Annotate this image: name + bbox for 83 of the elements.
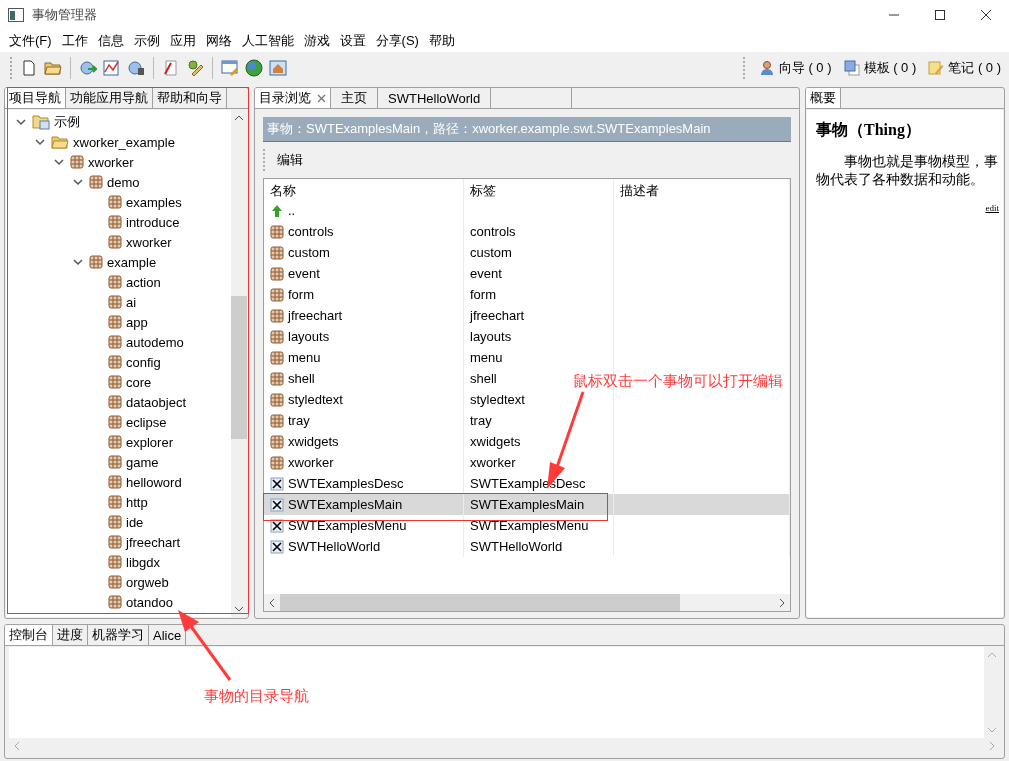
- menu-item[interactable]: 示例: [128, 32, 165, 50]
- window-title: 事物管理器: [32, 6, 97, 24]
- tree-item[interactable]: libgdx: [126, 554, 160, 570]
- menu-item[interactable]: 人工智能: [236, 32, 299, 50]
- description-text: 事物也就是事物模型，事物代表了各种数据和动能。: [816, 153, 999, 190]
- menu-item[interactable]: 应用: [164, 32, 201, 50]
- table-cell: layouts: [464, 326, 614, 347]
- table-cell: jfreechart: [464, 305, 614, 326]
- table-cell: xwidgets: [464, 431, 614, 452]
- tree-item[interactable]: http: [126, 494, 148, 510]
- table-cell: tray: [464, 410, 614, 431]
- annotation-text: 事物的目录导航: [204, 687, 309, 706]
- menu-item[interactable]: 分享(S): [370, 32, 424, 50]
- table-cell[interactable]: xworker: [264, 452, 464, 473]
- tree-item[interactable]: otandoo: [126, 594, 173, 610]
- table-cell[interactable]: custom: [264, 242, 464, 263]
- tree-item[interactable]: introduce: [126, 214, 180, 230]
- tree-item[interactable]: eclipse: [126, 414, 167, 430]
- table-cell: SWTExamplesMain: [464, 494, 614, 515]
- tree-item[interactable]: ide: [126, 514, 144, 530]
- menu-item[interactable]: 设置: [334, 32, 371, 50]
- table-cell[interactable]: controls: [264, 221, 464, 242]
- table-cell[interactable]: menu: [264, 347, 464, 368]
- edit-button[interactable]: 编辑: [273, 151, 307, 169]
- table-cell[interactable]: layouts: [264, 326, 464, 347]
- tab[interactable]: 目录浏览: [255, 88, 331, 108]
- tree-item[interactable]: xworker: [126, 234, 172, 250]
- path-bar: 事物：SWTExamplesMain，路径：xworker.example.swt.SWTExamplesMain: [263, 117, 791, 142]
- table-cell[interactable]: SWTExamplesMenu: [264, 515, 464, 536]
- column-header[interactable]: 标签: [464, 179, 614, 203]
- table-cell: SWTHelloWorld: [464, 536, 614, 557]
- table-cell[interactable]: styledtext: [264, 389, 464, 410]
- table-cell[interactable]: event: [264, 263, 464, 284]
- tab[interactable]: 概要: [806, 88, 841, 108]
- table-cell[interactable]: form: [264, 284, 464, 305]
- annotation-text: 鼠标双击一个事物可以打开编辑: [573, 372, 783, 391]
- tree-item[interactable]: example: [107, 254, 157, 270]
- table-cell: SWTExamplesMenu: [464, 515, 614, 536]
- table-cell: event: [464, 263, 614, 284]
- table-cell: styledtext: [464, 389, 614, 410]
- table-cell[interactable]: SWTExamplesMain: [264, 494, 464, 515]
- tree-item[interactable]: dataobject: [126, 394, 186, 410]
- tree-item[interactable]: helloword: [126, 474, 182, 490]
- menu-item[interactable]: 帮助: [423, 32, 460, 50]
- column-header[interactable]: 描述者: [614, 179, 790, 203]
- tree-item[interactable]: action: [126, 274, 161, 290]
- tree-item[interactable]: ai: [126, 294, 137, 310]
- toolbar-button[interactable]: 模板 ( 0 ): [843, 59, 917, 77]
- tab[interactable]: 控制台: [5, 625, 53, 645]
- table-cell: custom: [464, 242, 614, 263]
- toolbar-button[interactable]: 笔记 ( 0 ): [928, 59, 1001, 77]
- table-cell[interactable]: tray: [264, 410, 464, 431]
- table-cell[interactable]: xwidgets: [264, 431, 464, 452]
- tree-item[interactable]: autodemo: [126, 334, 184, 350]
- edit-link[interactable]: edit: [816, 203, 999, 214]
- tree-item[interactable]: xworker_example: [73, 134, 175, 150]
- menu-item[interactable]: 文件(F): [4, 32, 57, 50]
- menu-item[interactable]: 信息: [92, 32, 129, 50]
- tab[interactable]: 项目导航: [5, 88, 66, 108]
- menu-item[interactable]: 网络: [200, 32, 237, 50]
- tree-item[interactable]: examples: [126, 194, 182, 210]
- tree-item[interactable]: jfreechart: [126, 534, 181, 550]
- table-cell: form: [464, 284, 614, 305]
- toolbar-button[interactable]: 向导 ( 0 ): [758, 59, 832, 77]
- table-cell[interactable]: ..: [264, 200, 464, 221]
- heading: 事物（Thing）: [816, 120, 922, 141]
- table-cell[interactable]: shell: [264, 368, 464, 389]
- tree-item[interactable]: demo: [107, 174, 140, 190]
- tree-item[interactable]: core: [126, 374, 152, 390]
- tree-item[interactable]: orgweb: [126, 574, 169, 590]
- table-cell: controls: [464, 221, 614, 242]
- column-header[interactable]: 名称: [264, 179, 464, 203]
- tree-item[interactable]: game: [126, 454, 159, 470]
- table-cell[interactable]: SWTHelloWorld: [264, 536, 464, 557]
- tree-item[interactable]: app: [126, 314, 148, 330]
- menu-item[interactable]: 游戏: [298, 32, 335, 50]
- table-cell[interactable]: jfreechart: [264, 305, 464, 326]
- menu-item[interactable]: 工作: [56, 32, 93, 50]
- tree-item[interactable]: 示例: [54, 113, 80, 131]
- tree-item[interactable]: xworker: [88, 154, 134, 170]
- tree-item[interactable]: explorer: [126, 434, 173, 450]
- tree-item[interactable]: config: [126, 354, 161, 370]
- table-cell: menu: [464, 347, 614, 368]
